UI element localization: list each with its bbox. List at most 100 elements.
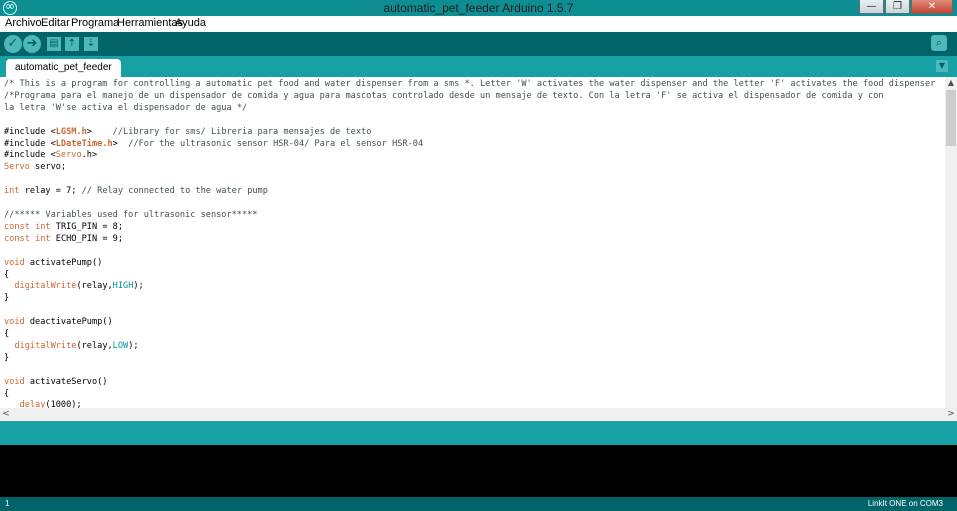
code-token: void: [4, 376, 25, 387]
code-token: relay = 7;: [19, 186, 82, 197]
verify-icon[interactable]: ✓: [4, 35, 22, 53]
code-line: delay(1000);: [4, 400, 935, 408]
code-token: deactivatePump(): [24, 317, 113, 328]
code-token: >: [112, 138, 129, 149]
code-token: const: [4, 233, 30, 244]
code-token: void: [4, 257, 25, 268]
horizontal-scrollbar[interactable]: < >: [0, 408, 957, 421]
code-line: {: [4, 329, 935, 341]
code-token: int: [35, 233, 51, 244]
message-area: [0, 421, 957, 445]
board-port-info: LinkIt ONE on COM3: [867, 499, 943, 508]
code-line: }: [4, 353, 935, 365]
code-token: /* This is a program for controlling a a…: [4, 79, 936, 89]
code-line: {: [4, 389, 935, 401]
code-line: void activateServo(): [4, 377, 935, 389]
code-token: /*Programa para el manejo de un dispensa…: [4, 90, 884, 101]
tab-automatic-pet-feeder[interactable]: automatic_pet_feeder: [6, 59, 121, 77]
code-token: >: [86, 126, 113, 137]
code-token: LDateTime.h: [55, 138, 113, 149]
code-line: {: [4, 270, 935, 282]
code-token: void: [4, 317, 25, 328]
status-bar: 1 LinkIt ONE on COM3: [0, 497, 957, 511]
window-controls: — ❐ ✕: [858, 0, 953, 16]
code-token: (relay,: [76, 281, 113, 292]
save-sketch-icon[interactable]: ⇣: [84, 37, 98, 51]
code-token: digitalWrite: [14, 281, 77, 292]
code-line: //***** Variables used for ultrasonic se…: [4, 210, 935, 222]
code-token: .h>: [81, 150, 98, 161]
code-token: );: [128, 340, 139, 351]
menu-ayuda[interactable]: Ayuda: [175, 17, 206, 29]
code-token: }: [4, 352, 10, 363]
close-button[interactable]: ✕: [911, 0, 953, 14]
code-token: }: [4, 293, 10, 304]
scroll-up-icon[interactable]: ▲: [945, 77, 957, 89]
code-token: #include <: [4, 150, 56, 161]
code-line: #include <LDateTime.h> //For the ultraso…: [4, 139, 935, 151]
menu-herramientas[interactable]: Herramientas: [117, 17, 183, 29]
code-token: la letra 'W'se activa el dispensador de …: [4, 102, 248, 113]
code-editor[interactable]: /* This is a program for controlling a a…: [0, 77, 945, 408]
scroll-right-icon[interactable]: >: [945, 408, 957, 421]
tab-menu-icon[interactable]: ▼: [936, 60, 948, 72]
open-sketch-icon[interactable]: ⇡: [65, 37, 79, 51]
menu-editar[interactable]: Editar: [41, 17, 70, 29]
vertical-scrollbar[interactable]: ▲: [945, 77, 957, 408]
line-number: 1: [5, 499, 10, 508]
code-token: LGSM.h: [55, 126, 87, 137]
code-line: int relay = 7; // Relay connected to the…: [4, 186, 935, 198]
code-line: }: [4, 293, 935, 305]
code-line: #include <LGSM.h> //Library for sms/ Lib…: [4, 127, 935, 139]
code-token: digitalWrite: [14, 340, 77, 351]
code-token: //For the ultrasonic sensor HSR-04/ Para…: [128, 138, 424, 149]
code-token: {: [4, 269, 10, 280]
code-token: ECHO_PIN = 9;: [50, 233, 124, 244]
code-token: {: [4, 329, 10, 340]
maximize-button[interactable]: ❐: [885, 0, 910, 14]
code-token: );: [133, 281, 144, 292]
tab-bar: automatic_pet_feeder ▼: [0, 56, 957, 77]
code-line: #include <Servo.h>: [4, 150, 935, 162]
code-token: int: [4, 186, 20, 197]
menu-programa[interactable]: Programa: [71, 17, 119, 29]
scroll-left-icon[interactable]: <: [0, 408, 12, 421]
serial-monitor-icon[interactable]: ⌕: [931, 35, 947, 51]
menu-archivo[interactable]: Archivo: [5, 17, 42, 29]
minimize-button[interactable]: —: [859, 0, 884, 14]
code-token: #include <: [4, 126, 56, 137]
code-token: LOW: [112, 340, 129, 351]
code-text[interactable]: /* This is a program for controlling a a…: [4, 79, 935, 408]
code-token: #include <: [4, 138, 56, 149]
console-output[interactable]: [0, 445, 957, 497]
code-token: {: [4, 388, 10, 399]
code-line: /*Programa para el manejo de un dispensa…: [4, 91, 935, 103]
menu-bar: Archivo Editar Programa Herramientas Ayu…: [0, 16, 957, 33]
vertical-scroll-thumb[interactable]: [946, 90, 956, 146]
window-title: automatic_pet_feeder Arduino 1.5.7: [383, 1, 574, 15]
code-token: (relay,: [76, 340, 113, 351]
code-line: Servo servo;: [4, 162, 935, 174]
upload-icon[interactable]: ➜: [23, 35, 41, 53]
code-token: int: [35, 221, 51, 232]
code-token: servo;: [29, 162, 67, 173]
code-token: activateServo(): [24, 376, 108, 387]
code-line: digitalWrite(relay,LOW);: [4, 341, 935, 353]
new-sketch-icon[interactable]: ▤: [47, 37, 61, 51]
code-token: HIGH: [112, 281, 134, 292]
code-token: // Relay connected to the water pump: [81, 186, 268, 197]
code-token: const: [4, 221, 30, 232]
code-line: void deactivatePump(): [4, 317, 935, 329]
code-line: const int TRIG_PIN = 8;: [4, 222, 935, 234]
code-line: la letra 'W'se activa el dispensador de …: [4, 103, 935, 115]
code-token: Servo: [55, 150, 82, 161]
code-token: Servo: [4, 162, 30, 173]
code-token: (1000);: [45, 400, 82, 408]
